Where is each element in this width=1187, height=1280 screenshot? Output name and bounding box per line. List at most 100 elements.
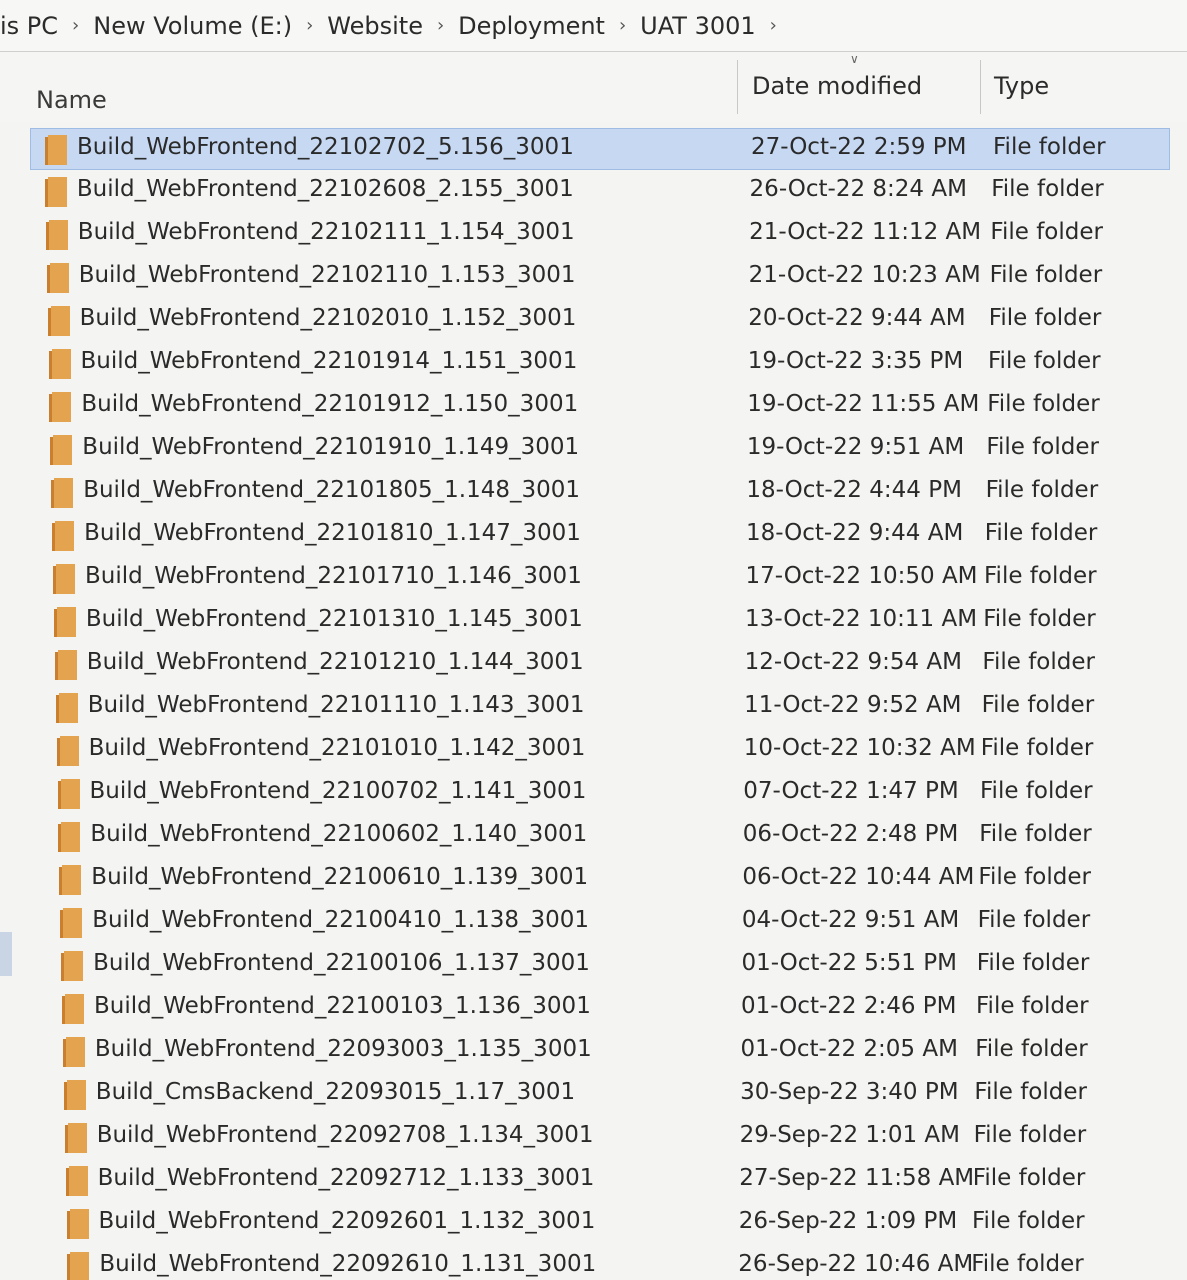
breadcrumb-item-uat-3001[interactable]: UAT 3001	[640, 12, 756, 40]
file-type: File folder	[989, 262, 1103, 288]
file-row[interactable]: Build_CmsBackend_22093015_1.17_3001 30-Se…	[30, 1074, 1170, 1116]
file-row[interactable]: Build_WebFrontend_22101910_1.149_3001 19-…	[30, 429, 1170, 471]
chevron-right-icon[interactable]: ›	[437, 15, 444, 36]
file-type: File folder	[978, 864, 1091, 890]
file-type: File folder	[982, 649, 1095, 675]
file-type: File folder	[971, 1251, 1084, 1277]
file-name: Build_WebFrontend_22101010_1.142_3001	[88, 735, 586, 761]
date-modified: 06-Oct-22 10:44 AM	[742, 864, 975, 890]
file-row[interactable]: Build_WebFrontend_22102110_1.153_3001 21-…	[30, 257, 1170, 299]
file-row[interactable]: Build_WebFrontend_22100602_1.140_3001 06-…	[30, 816, 1170, 858]
date-modified: 01-Oct-22 2:46 PM	[741, 993, 957, 1019]
file-type: File folder	[988, 305, 1102, 331]
file-row[interactable]: Build_WebFrontend_22101210_1.144_3001 12-…	[30, 644, 1170, 686]
folder-icon	[67, 1252, 90, 1280]
file-row[interactable]: Build_WebFrontend_22101810_1.147_3001 18-…	[30, 515, 1170, 557]
breadcrumb-item-deployment[interactable]: Deployment	[458, 12, 605, 40]
file-type: File folder	[981, 692, 1095, 718]
breadcrumb-item-website[interactable]: Website	[327, 12, 423, 40]
date-modified: 17-Oct-22 10:50 AM	[745, 563, 978, 589]
column-header-name[interactable]: Name	[36, 86, 107, 114]
file-name: Build_WebFrontend_22101710_1.146_3001	[85, 563, 582, 589]
file-name: Build_WebFrontend_22100610_1.139_3001	[91, 864, 589, 890]
date-modified: 04-Oct-22 9:51 AM	[741, 907, 960, 933]
column-divider[interactable]	[737, 60, 738, 114]
file-name: Build_WebFrontend_22093003_1.135_3001	[94, 1036, 592, 1062]
file-name: Build_WebFrontend_22102608_2.155_3001	[76, 176, 574, 202]
date-modified: 21-Oct-22 11:12 AM	[749, 219, 982, 245]
file-name: Build_WebFrontend_22101805_1.148_3001	[83, 477, 581, 503]
file-row[interactable]: Build_WebFrontend_22102608_2.155_3001 26-…	[30, 171, 1170, 213]
file-row[interactable]: Build_WebFrontend_22100103_1.136_3001 01-…	[30, 988, 1170, 1030]
folder-icon	[62, 1037, 85, 1067]
file-row[interactable]: Build_WebFrontend_22100106_1.137_3001 01-…	[30, 945, 1170, 987]
file-type: File folder	[984, 520, 1098, 546]
file-row[interactable]: Build_WebFrontend_22102702_5.156_3001 27-…	[30, 128, 1170, 170]
file-row[interactable]: Build_WebFrontend_22100702_1.141_3001 07-…	[30, 773, 1170, 815]
date-modified: 18-Oct-22 9:44 AM	[745, 520, 964, 546]
column-header-date-modified[interactable]: Date modified	[752, 72, 922, 100]
file-name: Build_WebFrontend_22101110_1.143_3001	[87, 692, 585, 718]
folder-icon	[61, 951, 84, 981]
file-name: Build_WebFrontend_22101210_1.144_3001	[86, 649, 584, 675]
folder-icon	[58, 822, 81, 852]
file-row[interactable]: Build_WebFrontend_22101912_1.150_3001 19-…	[30, 386, 1170, 428]
column-header-type[interactable]: Type	[994, 72, 1049, 100]
file-row[interactable]: Build_WebFrontend_22101010_1.142_3001 10-…	[30, 730, 1170, 772]
file-row[interactable]: Build_WebFrontend_22101310_1.145_3001 13-…	[30, 601, 1170, 643]
file-row[interactable]: Build_WebFrontend_22092601_1.132_3001 26-…	[30, 1203, 1170, 1245]
file-type: File folder	[993, 134, 1106, 160]
file-type: File folder	[977, 907, 1091, 933]
folder-icon	[50, 435, 73, 465]
date-modified: 01-Oct-22 5:51 PM	[741, 950, 957, 976]
file-name: Build_WebFrontend_22102702_5.156_3001	[77, 134, 574, 160]
file-type: File folder	[988, 348, 1101, 374]
file-type: File folder	[985, 477, 1099, 503]
folder-icon	[49, 392, 72, 422]
file-row[interactable]: Build_WebFrontend_22092712_1.133_3001 27-…	[30, 1160, 1170, 1202]
date-modified: 21-Oct-22 10:23 AM	[748, 262, 981, 288]
file-row[interactable]: Build_WebFrontend_22102010_1.152_3001 20-…	[30, 300, 1170, 342]
folder-icon	[62, 994, 84, 1024]
chevron-right-icon[interactable]: ›	[306, 15, 313, 36]
file-name: Build_WebFrontend_22102110_1.153_3001	[78, 262, 576, 288]
date-modified: 29-Sep-22 1:01 AM	[739, 1122, 960, 1148]
folder-icon	[44, 177, 67, 207]
date-modified: 19-Oct-22 9:51 AM	[746, 434, 965, 460]
breadcrumb-item-new-volume[interactable]: New Volume (E:)	[93, 12, 292, 40]
column-divider[interactable]	[980, 60, 981, 114]
file-type: File folder	[973, 1122, 1087, 1148]
file-row[interactable]: Build_WebFrontend_22102111_1.154_3001 21-…	[30, 214, 1170, 256]
file-name: Build_WebFrontend_22100410_1.138_3001	[92, 907, 590, 933]
file-type: File folder	[972, 1165, 1086, 1191]
chevron-right-icon[interactable]: ›	[770, 15, 777, 36]
file-row[interactable]: Build_WebFrontend_22101710_1.146_3001 17-…	[30, 558, 1170, 600]
file-row[interactable]: Build_WebFrontend_22100410_1.138_3001 04-…	[30, 902, 1170, 944]
file-row[interactable]: Build_WebFrontend_22092708_1.134_3001 29-…	[30, 1117, 1170, 1159]
folder-icon	[52, 521, 75, 551]
chevron-right-icon[interactable]: ›	[72, 15, 79, 36]
folder-icon	[45, 220, 68, 250]
file-name: Build_WebFrontend_22100602_1.140_3001	[90, 821, 588, 847]
file-name: Build_WebFrontend_22092601_1.132_3001	[98, 1208, 596, 1234]
file-type: File folder	[980, 778, 1093, 804]
file-type: File folder	[975, 1036, 1088, 1062]
file-row[interactable]: Build_WebFrontend_22101914_1.151_3001 19-…	[30, 343, 1170, 385]
file-row[interactable]: Build_WebFrontend_22101805_1.148_3001 18-…	[30, 472, 1170, 514]
folder-icon	[45, 135, 67, 165]
breadcrumb-item-this-pc[interactable]: is PC	[0, 12, 58, 40]
folder-icon	[47, 306, 70, 336]
file-row[interactable]: Build_WebFrontend_22101110_1.143_3001 11-…	[30, 687, 1170, 729]
folder-icon	[60, 908, 83, 938]
chevron-right-icon[interactable]: ›	[619, 15, 626, 36]
folder-icon	[56, 736, 79, 766]
folder-icon	[57, 779, 80, 809]
file-name: Build_WebFrontend_22100702_1.141_3001	[89, 778, 587, 804]
folder-icon	[65, 1166, 88, 1196]
date-modified: 19-Oct-22 3:35 PM	[747, 348, 964, 374]
file-row[interactable]: Build_WebFrontend_22093003_1.135_3001 01-…	[30, 1031, 1170, 1073]
file-type: File folder	[974, 1079, 1087, 1105]
file-row[interactable]: Build_WebFrontend_22100610_1.139_3001 06-…	[30, 859, 1170, 901]
sort-descending-icon: ∨	[850, 52, 859, 66]
file-row[interactable]: Build_WebFrontend_22092610_1.131_3001 26-…	[30, 1246, 1170, 1280]
